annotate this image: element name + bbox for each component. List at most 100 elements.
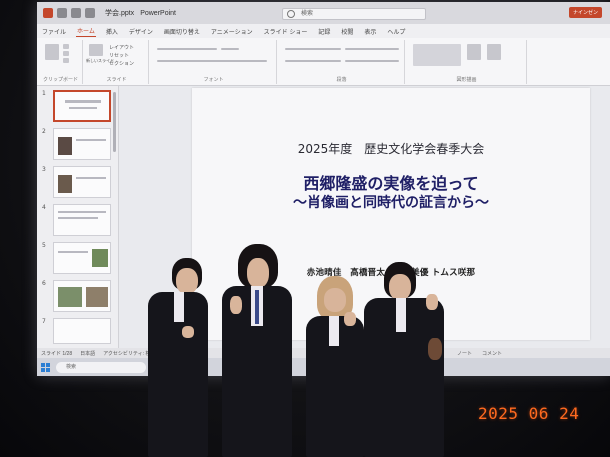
person-face [176, 268, 198, 294]
tab-help[interactable]: ヘルプ [386, 26, 406, 37]
section-button[interactable]: セクション [109, 60, 134, 67]
thumbnail-slide-2[interactable] [53, 128, 111, 160]
person-tie [255, 290, 259, 324]
font-name-box[interactable] [157, 48, 217, 50]
user-account-badge[interactable]: ナインゼン [568, 7, 602, 18]
thumb-portrait-image [58, 175, 72, 193]
thumb-number-1: 1 [42, 90, 46, 97]
title-search-input[interactable]: 検索 [282, 8, 426, 20]
thumb-text-line [76, 177, 106, 179]
tab-design[interactable]: デザイン [128, 26, 154, 37]
tab-file[interactable]: ファイル [41, 26, 67, 37]
thumbnail-slide-4[interactable] [53, 204, 111, 236]
shapes-gallery[interactable] [413, 44, 461, 66]
thumbnail-scrollbar[interactable] [113, 92, 116, 152]
powerpoint-app-icon [43, 8, 53, 18]
tab-transitions[interactable]: 画面切り替え [163, 26, 201, 37]
thumb-title-line [65, 100, 101, 103]
person-bag [428, 338, 442, 360]
thumb-text-line [58, 217, 98, 219]
tab-review[interactable]: 校閲 [340, 26, 354, 37]
thumb-number-3: 3 [42, 166, 46, 173]
thumbnail-slide-5[interactable] [53, 242, 111, 274]
quick-styles-button[interactable] [487, 44, 501, 60]
tab-animations[interactable]: アニメーション [210, 26, 254, 37]
paste-button[interactable] [45, 44, 59, 60]
layout-button[interactable]: レイアウト [109, 44, 134, 51]
person-hand [344, 312, 356, 326]
tab-record[interactable]: 記録 [317, 26, 331, 37]
thumbnail-slide-6[interactable] [53, 280, 111, 312]
tab-insert[interactable]: 挿入 [105, 26, 119, 37]
comments-button[interactable]: コメント [482, 350, 502, 357]
camera-date-stamp: 2025 06 24 [478, 404, 580, 423]
person-face [247, 258, 269, 288]
thumb-subtitle-line [69, 107, 97, 109]
tab-view[interactable]: 表示 [363, 26, 377, 37]
thumb-photo-image [58, 287, 82, 307]
slide-subtitle: 〜肖像画と同時代の証言から〜 [293, 195, 489, 211]
smartart-button[interactable] [345, 60, 399, 62]
thumb-text-line [58, 211, 106, 213]
app-name: PowerPoint [140, 9, 176, 17]
drawing-group-label: 図形描画 [456, 77, 477, 83]
redo-icon[interactable] [85, 8, 95, 18]
search-icon [287, 10, 295, 18]
alignment-buttons[interactable] [285, 60, 341, 62]
tab-slideshow[interactable]: スライド ショー [263, 26, 309, 37]
paragraph-group: 段落 [279, 40, 405, 84]
thumbnail-slide-1[interactable] [53, 90, 111, 122]
slide-counter: スライド 1/28 [41, 350, 73, 357]
thumb-number-4: 4 [42, 204, 46, 211]
thumbnail-slide-7[interactable] [53, 318, 111, 344]
windows-start-icon[interactable] [41, 362, 50, 372]
person-3 [304, 276, 366, 457]
person-shirt [329, 316, 339, 346]
font-group-label: フォント [203, 77, 224, 83]
text-direction-buttons[interactable] [345, 48, 399, 50]
person-shirt [174, 292, 184, 322]
person-face [389, 274, 411, 300]
powerpoint-titlebar: 学会.pptx PowerPoint 検索 ナインゼン [37, 2, 610, 24]
language-indicator[interactable]: 日本語 [80, 350, 95, 357]
font-group: フォント [151, 40, 277, 84]
thumb-photo-image [92, 249, 108, 267]
thumb-portrait-image [58, 137, 72, 155]
undo-icon[interactable] [71, 8, 81, 18]
person-hand [426, 294, 438, 310]
thumb-number-7: 7 [42, 318, 46, 325]
thumb-text-line [58, 251, 88, 253]
file-name: 学会.pptx [105, 10, 135, 17]
new-slide-button[interactable] [89, 44, 103, 56]
autosave-icon[interactable] [57, 8, 67, 18]
thumb-number-5: 5 [42, 242, 46, 249]
cut-icon[interactable] [63, 44, 69, 49]
notes-button[interactable]: ノート [457, 350, 472, 357]
thumb-number-2: 2 [42, 128, 46, 135]
taskbar-search-input[interactable]: 検索 [56, 361, 146, 373]
list-buttons[interactable] [285, 48, 341, 50]
slide-year-line: 2025年度 歴史文化学会春季大会 [297, 142, 485, 156]
person-2 [220, 244, 294, 457]
taskbar-search-placeholder: 検索 [66, 363, 77, 370]
paragraph-group-label: 段落 [336, 77, 347, 83]
copy-icon[interactable] [63, 51, 69, 56]
person-hand [230, 296, 242, 314]
thumb-number-6: 6 [42, 280, 46, 287]
format-painter-icon[interactable] [63, 58, 69, 63]
clipboard-group-label: クリップボード [42, 77, 78, 83]
reset-button[interactable]: リセット [109, 52, 129, 59]
clipboard-group: クリップボード [39, 40, 83, 84]
font-format-buttons[interactable] [157, 60, 267, 62]
tab-home[interactable]: ホーム [76, 25, 96, 37]
slides-group: 新しいスライド レイアウト リセット セクション スライド [85, 40, 149, 84]
person-shirt [396, 298, 406, 332]
thumb-text-line [76, 139, 106, 141]
person-1 [146, 258, 210, 457]
font-size-box[interactable] [221, 48, 239, 50]
thumb-photo-image [86, 287, 108, 307]
thumbnail-slide-3[interactable] [53, 166, 111, 198]
person-face [324, 288, 346, 312]
person-hand [182, 326, 194, 338]
arrange-button[interactable] [467, 44, 481, 60]
